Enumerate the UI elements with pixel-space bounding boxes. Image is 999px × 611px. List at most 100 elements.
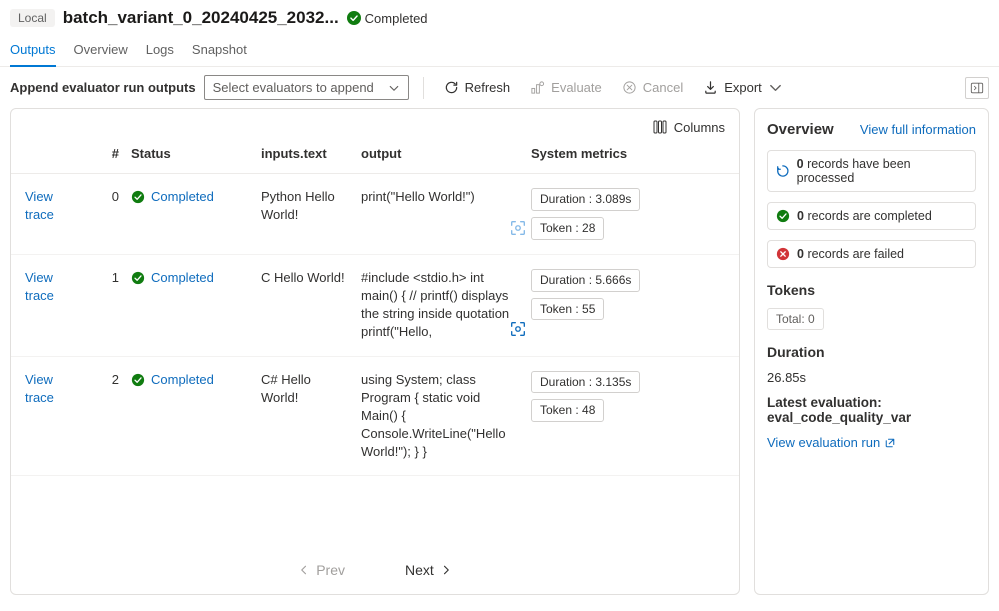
evaluate-label: Evaluate <box>551 80 602 95</box>
check-circle-icon <box>131 190 145 204</box>
select-evaluators-placeholder: Select evaluators to append <box>213 80 374 95</box>
check-circle-icon <box>131 271 145 285</box>
scan-icon <box>509 219 527 237</box>
table-row: View trace 0 Completed Python Hello Worl… <box>11 174 739 255</box>
columns-label: Columns <box>674 120 725 135</box>
tabs: Outputs Overview Logs Snapshot <box>0 36 999 67</box>
select-evaluators-dropdown[interactable]: Select evaluators to append <box>204 75 409 100</box>
row-status: Completed <box>131 269 214 287</box>
row-index: 2 <box>89 371 125 462</box>
tab-outputs[interactable]: Outputs <box>10 36 56 67</box>
row-index: 0 <box>89 188 125 240</box>
refresh-label: Refresh <box>465 80 511 95</box>
collapse-panel-button[interactable] <box>965 77 989 99</box>
row-inputs: C# Hello World! <box>255 371 355 462</box>
row-index: 1 <box>89 269 125 342</box>
row-status: Completed <box>131 188 214 206</box>
chevron-down-icon <box>388 82 400 94</box>
chevron-right-icon <box>440 564 452 576</box>
cancel-label: Cancel <box>643 80 683 95</box>
pager: Prev Next <box>11 546 739 594</box>
scan-icon <box>509 320 527 338</box>
row-sysmetrics: Duration : 3.089s Token : 28 <box>525 188 695 240</box>
run-status-label: Completed <box>365 11 428 26</box>
check-circle-icon <box>776 209 790 223</box>
external-link-icon <box>884 437 896 449</box>
expand-output-button[interactable] <box>509 219 527 242</box>
expand-output-button[interactable] <box>509 320 527 343</box>
row-sysmetrics: Duration : 3.135s Token : 48 <box>525 371 695 462</box>
duration-pill: Duration : 3.089s <box>531 188 640 211</box>
append-evaluator-label: Append evaluator run outputs <box>10 80 196 95</box>
col-inputs: inputs.text <box>255 145 355 163</box>
duration-title: Duration <box>767 344 976 360</box>
evaluate-button: Evaluate <box>524 76 608 99</box>
view-trace-link[interactable]: View trace <box>25 189 54 222</box>
page-title: batch_variant_0_20240425_2032... <box>63 8 339 28</box>
panel-collapse-icon <box>970 81 984 95</box>
local-badge: Local <box>10 9 55 27</box>
col-num: # <box>89 145 125 163</box>
row-status-label: Completed <box>151 269 214 287</box>
completed-info: 0 records are completed <box>767 202 976 230</box>
header-bar: Local batch_variant_0_20240425_2032... C… <box>0 0 999 36</box>
table-row: View trace 2 Completed C# Hello World! u… <box>11 357 739 477</box>
token-pill: Token : 28 <box>531 217 604 240</box>
cancel-button: Cancel <box>616 76 689 99</box>
row-output: #include <stdio.h> int main() { // print… <box>355 269 525 342</box>
col-status: Status <box>125 145 255 163</box>
row-inputs: C Hello World! <box>255 269 355 342</box>
export-button[interactable]: Export <box>697 76 789 99</box>
col-output: output <box>355 145 525 163</box>
tab-snapshot[interactable]: Snapshot <box>192 36 247 66</box>
row-output: using System; class Program { static voi… <box>355 371 525 462</box>
prev-button: Prev <box>298 562 345 578</box>
next-button[interactable]: Next <box>405 562 452 578</box>
row-status-label: Completed <box>151 371 214 389</box>
refresh-button[interactable]: Refresh <box>438 76 517 99</box>
row-sysmetrics: Duration : 5.666s Token : 55 <box>525 269 695 342</box>
token-pill: Token : 48 <box>531 399 604 422</box>
cancel-icon <box>622 80 637 95</box>
overview-panel: Overview View full information 0 records… <box>754 108 989 595</box>
check-circle-icon <box>347 11 361 25</box>
separator <box>423 77 424 99</box>
tokens-title: Tokens <box>767 282 976 298</box>
table-header: # Status inputs.text output System metri… <box>11 141 739 174</box>
latest-evaluation-title: Latest evaluation: eval_code_quality_var <box>767 395 976 425</box>
tokens-total: Total: 0 <box>767 308 824 330</box>
export-label: Export <box>724 80 762 95</box>
view-trace-link[interactable]: View trace <box>25 372 54 405</box>
overview-title: Overview <box>767 121 834 138</box>
duration-value: 26.85s <box>767 370 976 385</box>
processed-info: 0 records have been processed <box>767 150 976 192</box>
error-circle-icon <box>776 247 790 261</box>
view-trace-link[interactable]: View trace <box>25 270 54 303</box>
refresh-icon <box>444 80 459 95</box>
row-output: print("Hello World!") <box>355 188 525 240</box>
table-row: View trace 1 Completed C Hello World! #i… <box>11 255 739 357</box>
columns-button[interactable]: Columns <box>652 119 725 135</box>
check-circle-icon <box>131 373 145 387</box>
outputs-table-panel: Columns # Status inputs.text output Syst… <box>10 108 740 595</box>
columns-icon <box>652 119 668 135</box>
duration-pill: Duration : 5.666s <box>531 269 640 292</box>
download-icon <box>703 80 718 95</box>
row-inputs: Python Hello World! <box>255 188 355 240</box>
duration-pill: Duration : 3.135s <box>531 371 640 394</box>
view-evaluation-run-link[interactable]: View evaluation run <box>767 435 976 450</box>
evaluate-icon <box>530 80 545 95</box>
failed-info: 0 records are failed <box>767 240 976 268</box>
token-pill: Token : 55 <box>531 298 604 321</box>
tab-overview[interactable]: Overview <box>74 36 128 66</box>
row-status-label: Completed <box>151 188 214 206</box>
processing-icon <box>776 164 790 178</box>
prev-label: Prev <box>316 562 345 578</box>
chevron-left-icon <box>298 564 310 576</box>
run-status: Completed <box>347 11 428 26</box>
row-status: Completed <box>131 371 214 389</box>
content-area: Columns # Status inputs.text output Syst… <box>0 108 999 605</box>
next-label: Next <box>405 562 434 578</box>
view-full-info-link[interactable]: View full information <box>860 122 976 137</box>
tab-logs[interactable]: Logs <box>146 36 174 66</box>
